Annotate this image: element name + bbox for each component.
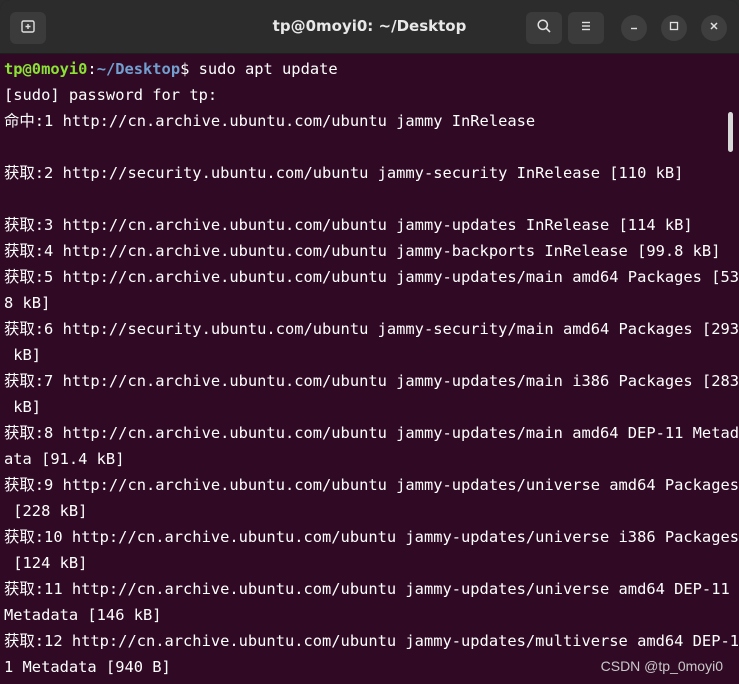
output-line: 获取:8 http://cn.archive.ubuntu.com/ubuntu…: [4, 424, 739, 442]
output-line: 获取:5 http://cn.archive.ubuntu.com/ubuntu…: [4, 268, 739, 286]
output-line: [sudo] password for tp:: [4, 86, 218, 104]
minimize-button[interactable]: [621, 15, 647, 41]
prompt-command: sudo apt update: [198, 60, 338, 78]
output-line: Metadata [146 kB]: [4, 606, 162, 624]
close-icon: [708, 19, 720, 37]
terminal-output-area[interactable]: tp@0moyi0:~/Desktop$ sudo apt update [su…: [0, 55, 739, 684]
output-line: 获取:12 http://cn.archive.ubuntu.com/ubunt…: [4, 632, 739, 650]
output-line: 获取:9 http://cn.archive.ubuntu.com/ubuntu…: [4, 476, 739, 494]
output-line: 获取:3 http://cn.archive.ubuntu.com/ubuntu…: [4, 216, 693, 234]
output-line: kB]: [4, 398, 42, 416]
terminal-lines: tp@0moyi0:~/Desktop$ sudo apt update [su…: [4, 56, 739, 680]
menu-button[interactable]: [568, 12, 604, 44]
output-line: 命中:1 http://cn.archive.ubuntu.com/ubuntu…: [4, 112, 536, 130]
output-line: [124 kB]: [4, 554, 88, 572]
title-bar[interactable]: tp@0moyi0: ~/Desktop: [0, 0, 739, 54]
maximize-button[interactable]: [661, 15, 687, 41]
maximize-icon: [668, 19, 680, 37]
output-line: ata [91.4 kB]: [4, 450, 125, 468]
scrollbar-thumb[interactable]: [728, 112, 733, 152]
search-icon: [536, 18, 552, 39]
minimize-icon: [628, 19, 640, 37]
watermark: CSDN @tp_0moyi0: [600, 658, 723, 674]
output-line: 获取:11 http://cn.archive.ubuntu.com/ubunt…: [4, 580, 730, 598]
output-line: 8 kB]: [4, 294, 51, 312]
hamburger-menu-icon: [578, 18, 594, 39]
prompt-dollar: $: [180, 60, 199, 78]
output-line: 获取:2 http://security.ubuntu.com/ubuntu j…: [4, 164, 684, 182]
prompt-path: ~/Desktop: [96, 60, 181, 78]
output-line: 获取:4 http://cn.archive.ubuntu.com/ubuntu…: [4, 242, 721, 260]
output-line: [228 kB]: [4, 502, 88, 520]
prompt-separator: :: [87, 60, 97, 78]
output-line: kB]: [4, 346, 42, 364]
prompt-user: tp@0moyi0: [4, 60, 88, 78]
output-line: 获取:6 http://security.ubuntu.com/ubuntu j…: [4, 320, 739, 338]
output-line: 获取:10 http://cn.archive.ubuntu.com/ubunt…: [4, 528, 739, 546]
prompt-line: tp@0moyi0:~/Desktop$ sudo apt update: [4, 56, 725, 82]
search-button[interactable]: [526, 12, 562, 44]
close-button[interactable]: [701, 15, 727, 41]
output-line: 获取:7 http://cn.archive.ubuntu.com/ubuntu…: [4, 372, 739, 390]
terminal-window: tp@0moyi0: ~/Desktop tp@0moyi0:~/Desktop…: [0, 0, 739, 684]
